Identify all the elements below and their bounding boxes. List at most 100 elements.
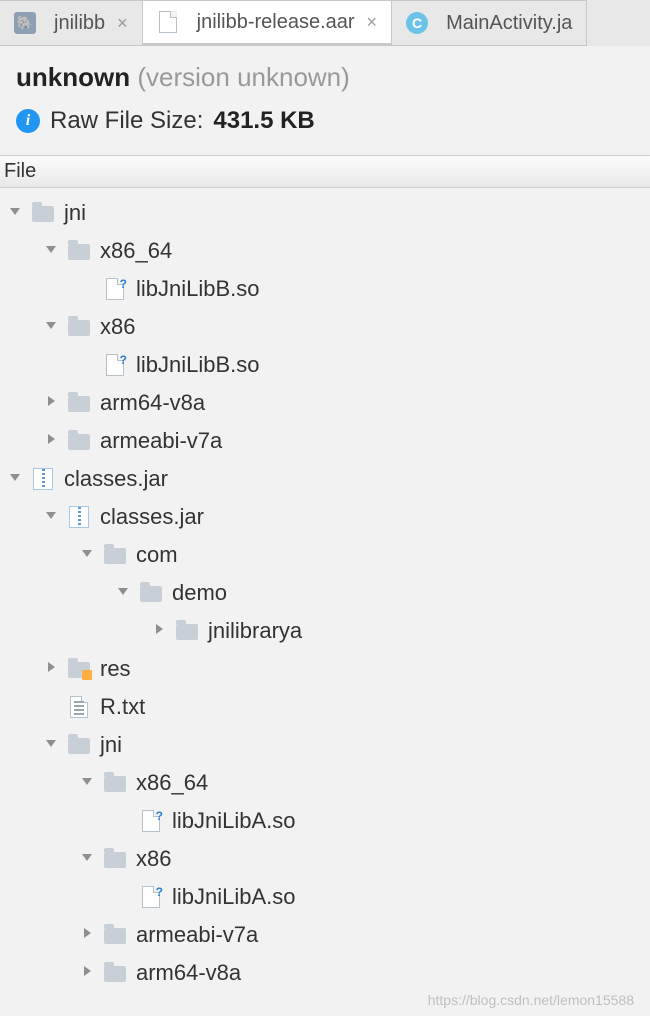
tree-row[interactable]: libJniLibB.so: [0, 346, 650, 384]
chevron-right-icon[interactable]: [44, 432, 62, 450]
tab-label: MainActivity.ja: [446, 12, 572, 35]
tree-item-label: arm64-v8a: [100, 384, 205, 422]
tab-label: jnilibb-release.aar: [197, 11, 355, 34]
tree-row[interactable]: armeabi-v7a: [0, 916, 650, 954]
tree-item-label: classes.jar: [100, 498, 204, 536]
archive-name: unknown: [16, 62, 130, 92]
chevron-down-icon[interactable]: [116, 584, 134, 602]
tree-item-label: res: [100, 650, 131, 688]
folder-icon: [68, 316, 90, 338]
file-icon: [157, 11, 179, 33]
tab-label: jnilibb: [54, 12, 105, 35]
tree-row[interactable]: arm64-v8a: [0, 954, 650, 992]
folder-icon: [68, 392, 90, 414]
tree-item-label: jni: [64, 194, 86, 232]
tree-item-label: com: [136, 536, 178, 574]
archive-icon: [32, 468, 54, 490]
tree-item-label: libJniLibA.so: [172, 878, 296, 916]
tree-item-label: armeabi-v7a: [136, 916, 258, 954]
tree-row[interactable]: armeabi-v7a: [0, 422, 650, 460]
tree-item-label: jnilibrarya: [208, 612, 302, 650]
tree-item-label: classes.jar: [64, 460, 168, 498]
tree-row[interactable]: R.txt: [0, 688, 650, 726]
chevron-down-icon[interactable]: [80, 774, 98, 792]
tree-row[interactable]: res: [0, 650, 650, 688]
unknown-file-icon: [140, 810, 162, 832]
folder-icon: [104, 848, 126, 870]
folder-icon: [104, 924, 126, 946]
info-icon: i: [16, 109, 40, 133]
tree-row[interactable]: x86: [0, 840, 650, 878]
tree-row[interactable]: libJniLibA.so: [0, 802, 650, 840]
tree-item-label: libJniLibB.so: [136, 270, 260, 308]
tree-row[interactable]: jni: [0, 726, 650, 764]
tab-jnilibb-release-aar[interactable]: jnilibb-release.aar ×: [143, 0, 392, 46]
folder-icon: [32, 202, 54, 224]
size-label: Raw File Size:: [50, 107, 203, 135]
chevron-down-icon[interactable]: [8, 470, 26, 488]
tree-row[interactable]: jni: [0, 194, 650, 232]
close-icon[interactable]: ×: [367, 12, 378, 33]
tab-jnilibb[interactable]: 🐘 jnilibb ×: [0, 0, 143, 46]
tree-row[interactable]: arm64-v8a: [0, 384, 650, 422]
chevron-right-icon[interactable]: [80, 926, 98, 944]
unknown-file-icon: [140, 886, 162, 908]
tree-row[interactable]: jnilibrarya: [0, 612, 650, 650]
tree-item-label: armeabi-v7a: [100, 422, 222, 460]
tree-row[interactable]: libJniLibA.so: [0, 878, 650, 916]
chevron-right-icon[interactable]: [44, 394, 62, 412]
tree-item-label: libJniLibA.so: [172, 802, 296, 840]
gradle-icon: 🐘: [14, 12, 36, 34]
tree-item-label: libJniLibB.so: [136, 346, 260, 384]
java-class-icon: C: [406, 12, 428, 34]
editor-tabs: 🐘 jnilibb × jnilibb-release.aar × C Main…: [0, 0, 650, 46]
file-tree: jnix86_64libJniLibB.sox86libJniLibB.soar…: [0, 188, 650, 992]
chevron-right-icon[interactable]: [44, 660, 62, 678]
tab-mainactivity[interactable]: C MainActivity.ja: [392, 0, 587, 46]
chevron-right-icon[interactable]: [152, 622, 170, 640]
folder-icon: [176, 620, 198, 642]
chevron-down-icon[interactable]: [44, 736, 62, 754]
tree-item-label: x86_64: [100, 232, 172, 270]
chevron-down-icon[interactable]: [44, 318, 62, 336]
folder-icon: [140, 582, 162, 604]
tree-row[interactable]: x86: [0, 308, 650, 346]
folder-icon: [104, 772, 126, 794]
chevron-right-icon[interactable]: [80, 964, 98, 982]
tree-item-label: demo: [172, 574, 227, 612]
chevron-down-icon[interactable]: [44, 508, 62, 526]
tree-row[interactable]: com: [0, 536, 650, 574]
archive-icon: [68, 506, 90, 528]
file-column-header[interactable]: File: [0, 155, 650, 188]
chevron-down-icon[interactable]: [8, 204, 26, 222]
tree-item-label: R.txt: [100, 688, 145, 726]
archive-title: unknown (version unknown): [16, 62, 634, 93]
folder-icon: [104, 962, 126, 984]
archive-version: (version unknown): [137, 62, 349, 92]
chevron-down-icon[interactable]: [80, 850, 98, 868]
tree-row[interactable]: x86_64: [0, 764, 650, 802]
tree-item-label: x86: [100, 308, 135, 346]
tree-item-label: jni: [100, 726, 122, 764]
folder-icon: [68, 734, 90, 756]
tree-row[interactable]: classes.jar: [0, 498, 650, 536]
tree-row[interactable]: classes.jar: [0, 460, 650, 498]
close-icon[interactable]: ×: [117, 13, 128, 34]
folder-icon: [104, 544, 126, 566]
chevron-down-icon[interactable]: [80, 546, 98, 564]
folder-icon: [68, 240, 90, 262]
archive-size: i Raw File Size: 431.5 KB: [16, 107, 634, 135]
tree-item-label: arm64-v8a: [136, 954, 241, 992]
folder-icon: [68, 430, 90, 452]
tree-row[interactable]: libJniLibB.so: [0, 270, 650, 308]
tree-item-label: x86_64: [136, 764, 208, 802]
tree-item-label: x86: [136, 840, 171, 878]
unknown-file-icon: [104, 354, 126, 376]
size-value: 431.5 KB: [213, 107, 314, 135]
unknown-file-icon: [104, 278, 126, 300]
chevron-down-icon[interactable]: [44, 242, 62, 260]
tree-row[interactable]: demo: [0, 574, 650, 612]
tree-row[interactable]: x86_64: [0, 232, 650, 270]
resources-folder-icon: [68, 658, 90, 680]
text-file-icon: [68, 696, 90, 718]
